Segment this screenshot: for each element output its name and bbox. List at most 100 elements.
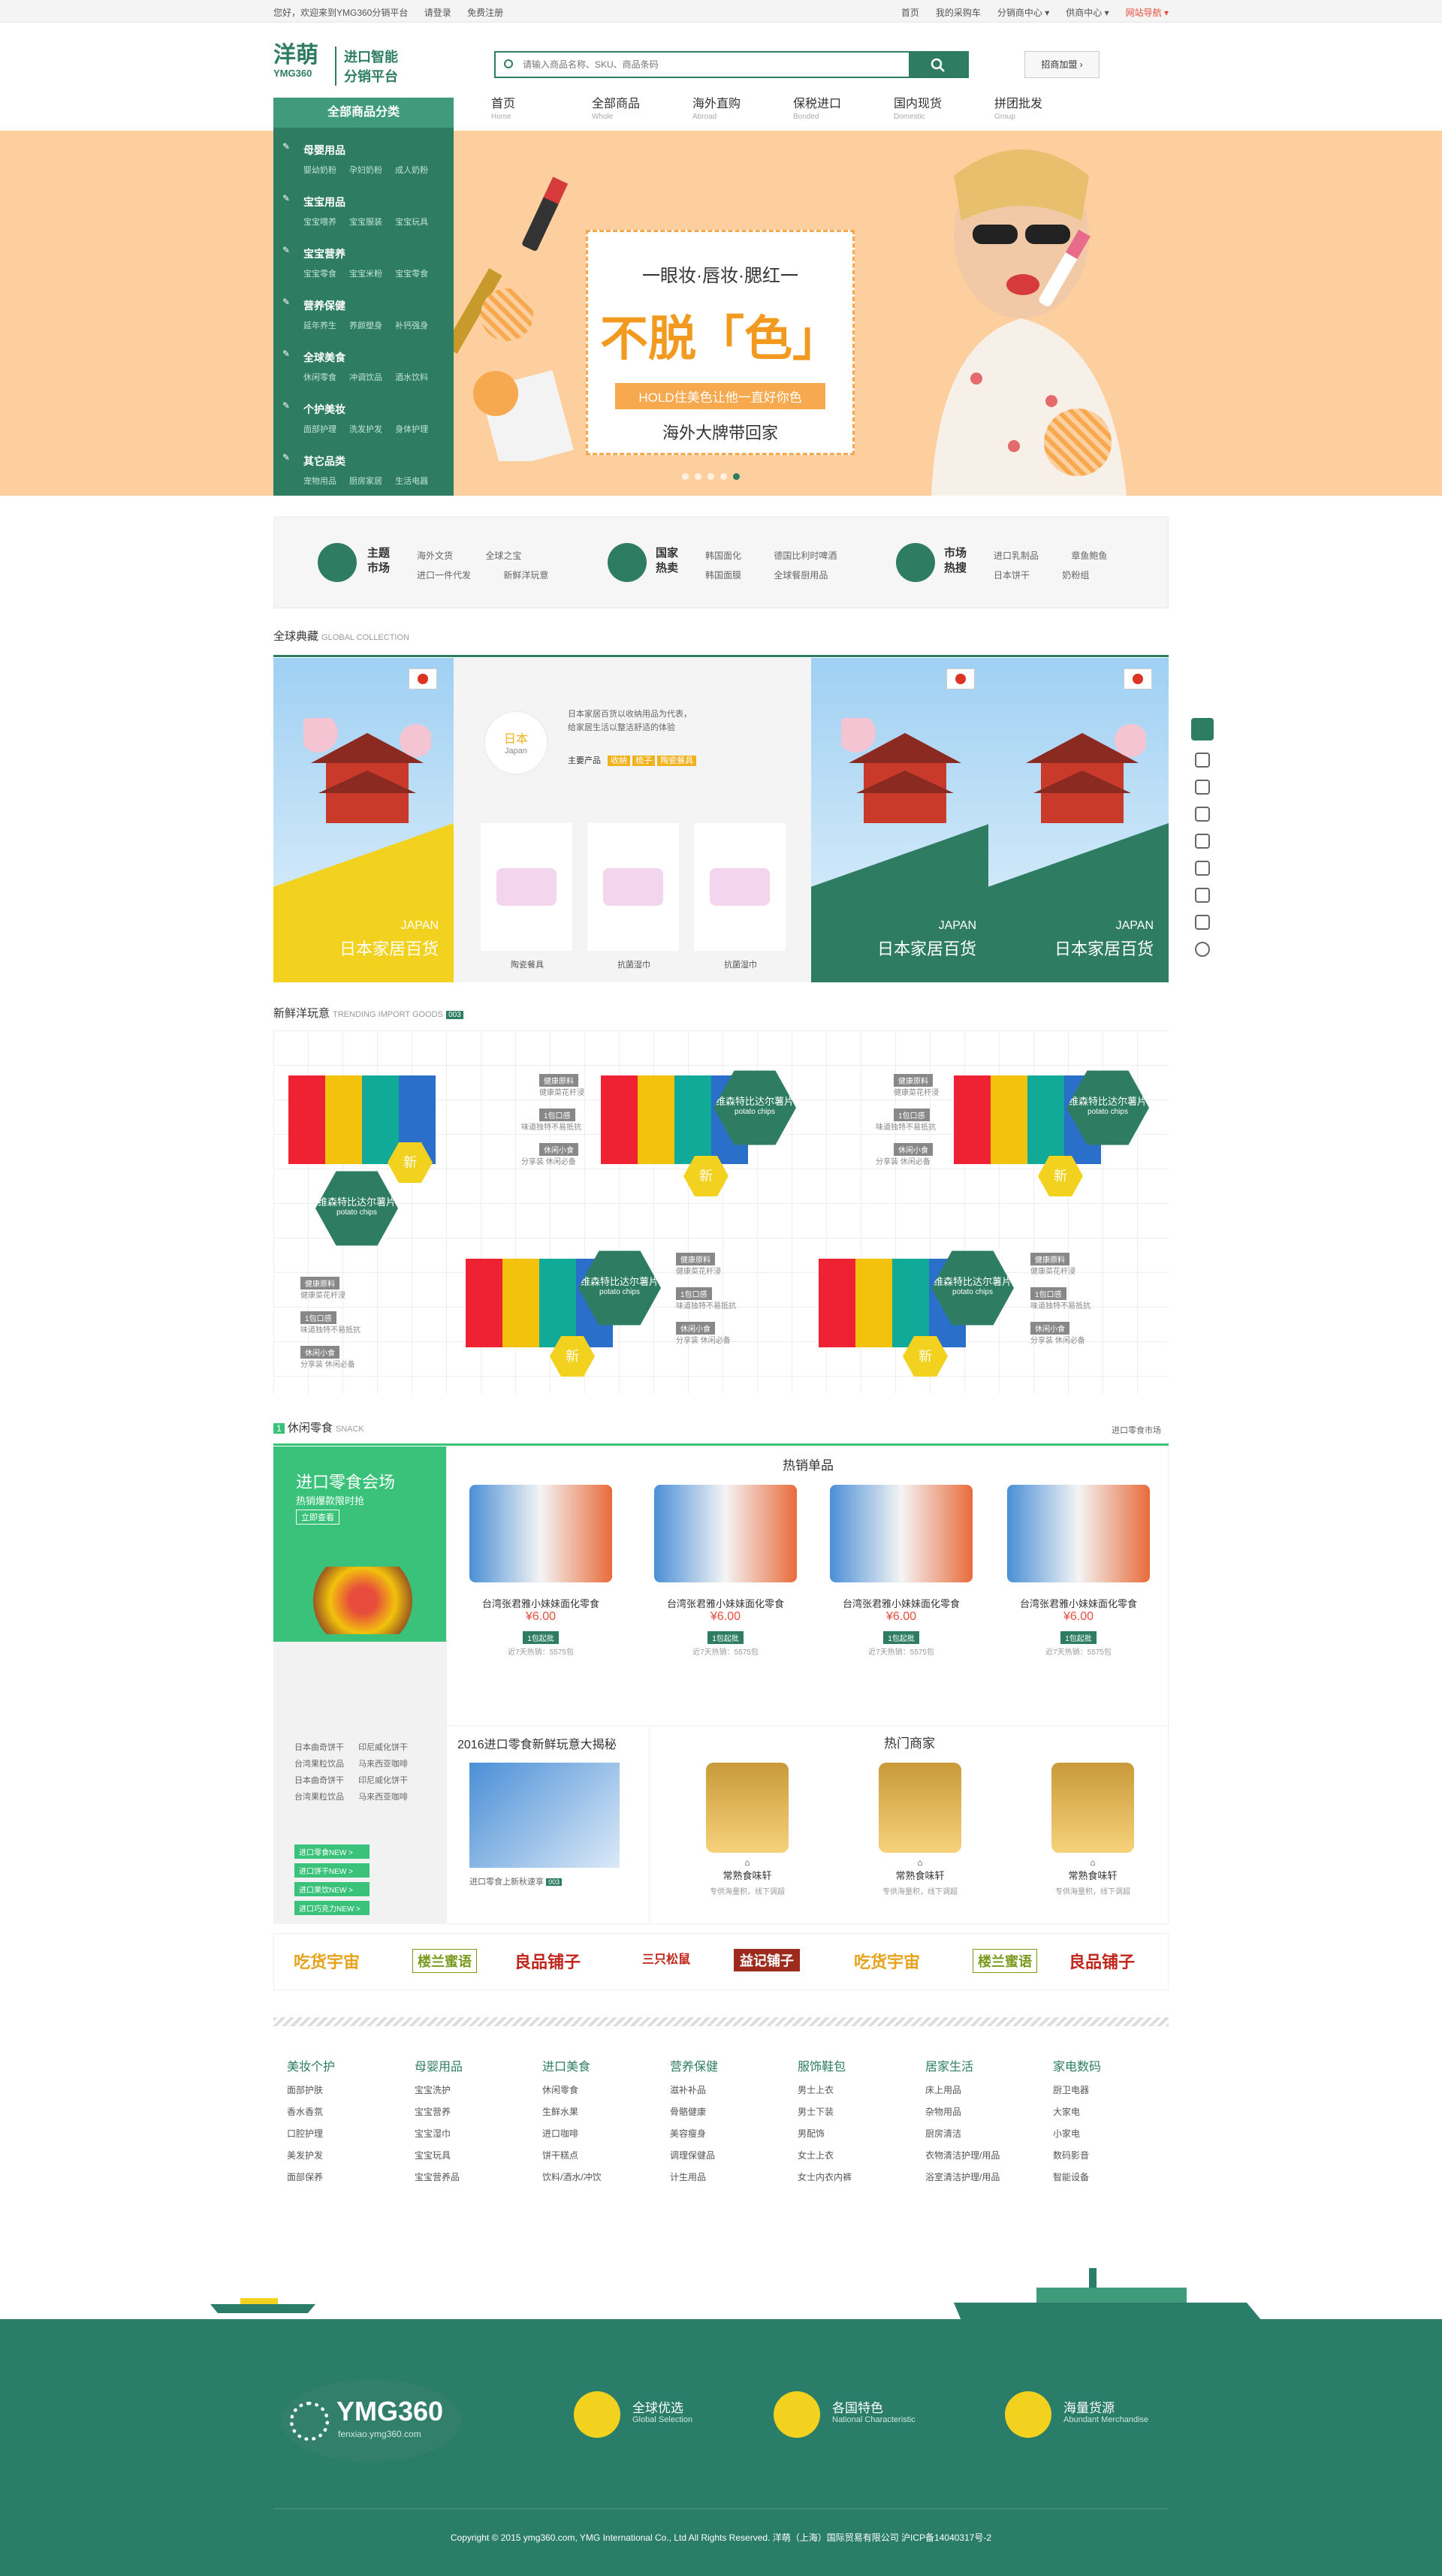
sidebar-item[interactable]: ✎ 其它品类 宠物用品 厨房家居 生活电器	[273, 439, 454, 490]
nav-home[interactable]: 首页 Home	[491, 93, 592, 121]
bottle-small-icon[interactable]	[1195, 834, 1210, 849]
brand-logo[interactable]: 楼兰蜜语	[412, 1949, 477, 1973]
japan-card-teal[interactable]: JAPAN 日本家居百货	[811, 658, 991, 982]
footer-link[interactable]: 女士上衣	[798, 2149, 918, 2161]
hero-banner[interactable]: 一眼妆·唇妆·腮红一 不脱「色」 HOLD住美色让他一直好你色 海外大牌带回家	[0, 131, 1442, 496]
logo[interactable]: 洋萌 YMG360	[273, 44, 318, 80]
footer-link[interactable]: 衣物清洁护理/用品	[925, 2149, 1045, 2161]
shop-item[interactable]: ⌂ 常熟食味轩 专供海量积，线下调超	[1018, 1763, 1168, 1896]
brand-logo[interactable]: 三只松鼠	[642, 1949, 690, 1967]
footer-link[interactable]: 宝宝营养	[415, 2105, 535, 2118]
hot-product[interactable]: 台湾张君雅小妹妹面化零食 ¥6.00 1包起批 近7天热销：5575包	[1000, 1485, 1157, 1665]
nav-abroad[interactable]: 海外直购 Abroad	[692, 93, 793, 121]
snack-more-link[interactable]: 进口零食市场	[1112, 1424, 1161, 1436]
snack-link[interactable]: 台湾果粒饮品	[294, 1760, 344, 1769]
footer-link[interactable]: 面部护肤	[287, 2083, 407, 2096]
footer-link[interactable]: 饮料/酒水/冲饮	[542, 2170, 662, 2183]
theme-link[interactable]: 奶粉组	[1062, 570, 1089, 581]
theme-link[interactable]: 全球餐厨用品	[774, 570, 828, 581]
footer-link[interactable]: 数码影音	[1053, 2149, 1173, 2161]
footer-link[interactable]: 计生用品	[670, 2170, 790, 2183]
sidebar-item[interactable]: ✎ 宝宝营养 宝宝零食 宝宝米粉 宝宝零食	[273, 231, 454, 283]
shop-item[interactable]: ⌂ 常熟食味轩 专供海量积，线下调超	[672, 1763, 822, 1896]
footer-link[interactable]: 男配饰	[798, 2127, 918, 2140]
product-tile[interactable]	[481, 823, 572, 951]
footer-link[interactable]: 浴室清洁护理/用品	[925, 2170, 1045, 2183]
snack-link[interactable]: 印尼威化饼干	[358, 1743, 408, 1752]
nav-bonded[interactable]: 保税进口 Bonded	[793, 93, 894, 121]
sidebar-item[interactable]: ✎ 营养保健 延年养生 养颜塑身 补钙强身	[273, 283, 454, 335]
product-chip[interactable]: 梳子	[632, 756, 656, 766]
banner-dot[interactable]	[707, 473, 714, 480]
top-link-home[interactable]: 首页	[901, 6, 919, 19]
footer-col-title[interactable]: 进口美食	[542, 2056, 662, 2074]
footer-link[interactable]: 美发护发	[287, 2149, 407, 2161]
footer-link[interactable]: 骨骼健康	[670, 2105, 790, 2118]
theme-link[interactable]: 全球之宝	[485, 550, 521, 561]
grid-icon[interactable]	[1195, 915, 1210, 930]
brand-logo[interactable]: 良品铺子	[1069, 1949, 1135, 1973]
snack-tag[interactable]: 进口巧克力NEW >	[294, 1901, 370, 1915]
snack-tag[interactable]: 进口零食NEW >	[294, 1845, 370, 1859]
ship-icon[interactable]	[1191, 718, 1214, 741]
theme-link[interactable]: 新鲜洋玩意	[503, 570, 548, 581]
theme-link[interactable]: 德国比利时啤酒	[774, 550, 837, 561]
snack-tag[interactable]: 进口果饮NEW >	[294, 1882, 370, 1896]
snack-link[interactable]: 日本曲奇饼干	[294, 1776, 344, 1785]
snack-tag[interactable]: 进口饼干NEW >	[294, 1863, 370, 1878]
anchor-icon[interactable]	[1195, 942, 1210, 957]
footer-link[interactable]: 杂物用品	[925, 2105, 1045, 2118]
footer-link[interactable]: 宝宝玩具	[415, 2149, 535, 2161]
footer-link[interactable]: 美容瘦身	[670, 2127, 790, 2140]
brand-logo[interactable]: 吃货宇宙	[294, 1949, 360, 1973]
footer-link[interactable]: 宝宝洗护	[415, 2083, 535, 2096]
theme-link[interactable]: 章鱼鲍鱼	[1071, 550, 1107, 561]
snack-link[interactable]: 印尼威化饼干	[358, 1776, 408, 1785]
brand-logo[interactable]: 吃货宇宙	[854, 1949, 920, 1973]
footer-link[interactable]: 床上用品	[925, 2083, 1045, 2096]
footer-col-title[interactable]: 美妆个护	[287, 2056, 407, 2074]
top-link-sitemap[interactable]: 网站导航 ▾	[1126, 6, 1169, 19]
snack-link[interactable]: 台湾果粒饮品	[294, 1793, 344, 1802]
footer-link[interactable]: 小家电	[1053, 2127, 1173, 2140]
login-link[interactable]: 请登录	[424, 8, 451, 18]
nav-whole[interactable]: 全部商品 Whole	[592, 93, 692, 121]
shop-item[interactable]: ⌂ 常熟食味轩 专供海量积，线下调超	[845, 1763, 995, 1896]
footer-link[interactable]: 口腔护理	[287, 2127, 407, 2140]
product-chip[interactable]: 收纳	[608, 756, 631, 766]
banner-dot-active[interactable]	[733, 473, 740, 480]
snack-link[interactable]: 日本曲奇饼干	[294, 1743, 344, 1752]
footer-link[interactable]: 面部保养	[287, 2170, 407, 2183]
theme-link[interactable]: 日本饼干	[994, 570, 1030, 581]
footer-link[interactable]: 饼干糕点	[542, 2149, 662, 2161]
footer-link[interactable]: 进口咖啡	[542, 2127, 662, 2140]
footer-col-title[interactable]: 居家生活	[925, 2056, 1045, 2074]
promo-button[interactable]: 立即查看	[296, 1510, 339, 1525]
footer-col-title[interactable]: 服饰鞋包	[798, 2056, 918, 2074]
search-input[interactable]	[523, 57, 898, 72]
hot-product[interactable]: 台湾张君雅小妹妹面化零食 ¥6.00 1包起批 近7天热销：5575包	[822, 1485, 980, 1665]
footer-link[interactable]: 女士内衣内裤	[798, 2170, 918, 2183]
footer-link[interactable]: 男士上衣	[798, 2083, 918, 2096]
nav-group[interactable]: 拼团批发 Group	[994, 93, 1095, 121]
news-block[interactable]: 2016进口零食新鲜玩意大揭秘 进口零食上新秋速享 003	[447, 1725, 650, 1925]
footer-link[interactable]: 智能设备	[1053, 2170, 1173, 2183]
cap-icon[interactable]	[1195, 861, 1210, 876]
footer-link[interactable]: 生鲜水果	[542, 2105, 662, 2118]
brand-logo[interactable]: 良品铺子	[514, 1949, 581, 1973]
theme-link[interactable]: 韩国面化	[705, 550, 741, 561]
product-chip[interactable]: 陶瓷餐具	[657, 756, 697, 766]
register-link[interactable]: 免费注册	[467, 8, 503, 18]
japan-card-yellow[interactable]: JAPAN 日本家居百货	[273, 658, 454, 982]
clothing-icon[interactable]	[1195, 780, 1210, 795]
top-link-cart[interactable]: 我的采购车	[936, 6, 981, 19]
hot-product[interactable]: 台湾张君雅小妹妹面化零食 ¥6.00 1包起批 近7天热销：5575包	[647, 1485, 804, 1665]
sidebar-item[interactable]: ✎ 个护美妆 面部护理 洗发护发 身体护理	[273, 387, 454, 439]
food-icon[interactable]	[1195, 807, 1210, 822]
product-tile[interactable]	[587, 823, 679, 951]
sidebar-item[interactable]: ✎ 母婴用品 婴幼奶粉 孕妇奶粉 成人奶粉	[273, 128, 454, 179]
theme-link[interactable]: 海外文货	[417, 550, 453, 561]
footer-col-title[interactable]: 家电数码	[1053, 2056, 1173, 2074]
brand-logo[interactable]: 益记铺子	[734, 1949, 800, 1971]
footer-link[interactable]: 男士下装	[798, 2105, 918, 2118]
